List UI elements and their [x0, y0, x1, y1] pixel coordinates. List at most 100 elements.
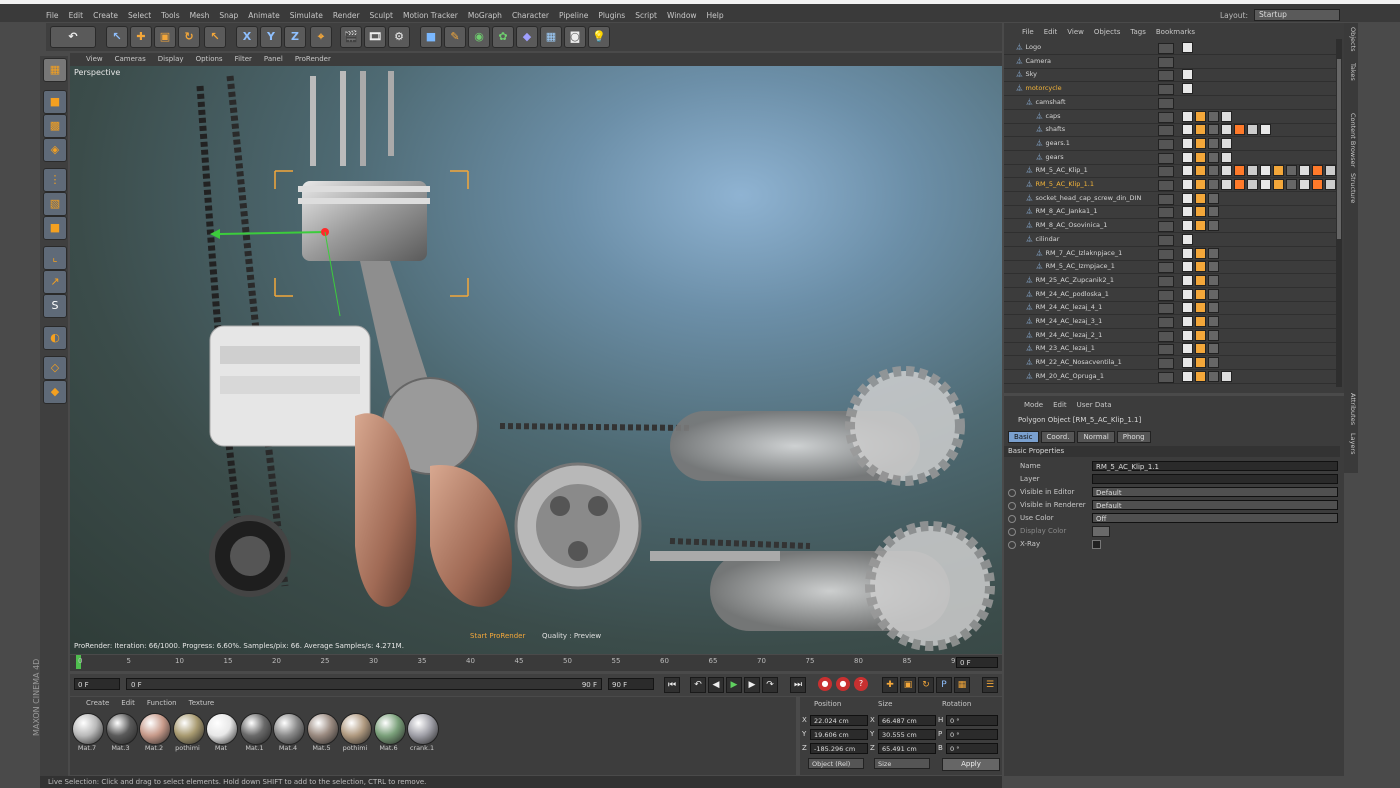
visibility-flags[interactable]: [1158, 317, 1174, 328]
menu-pipeline[interactable]: Pipeline: [559, 11, 588, 20]
tag-icon[interactable]: [1195, 110, 1206, 122]
rotation-b-field[interactable]: 0 °: [946, 743, 998, 754]
tag-icon[interactable]: [1208, 179, 1219, 190]
tag-icon[interactable]: [1208, 247, 1219, 259]
material-swatch[interactable]: [340, 713, 372, 745]
visibility-flags[interactable]: [1158, 275, 1174, 287]
object-row[interactable]: ⏅ RM_24_AC_lezaj_4_1: [1004, 301, 1336, 315]
tag-icon[interactable]: [1182, 261, 1193, 273]
tag-icon[interactable]: [1312, 179, 1323, 190]
object-row[interactable]: ⏅ shafts: [1004, 123, 1336, 137]
field-use-color[interactable]: Off: [1092, 513, 1338, 523]
subdivision-icon[interactable]: ◉: [468, 26, 490, 48]
tag-icon[interactable]: [1182, 288, 1193, 300]
tag-icon[interactable]: [1273, 179, 1284, 190]
material-menu-create[interactable]: Create: [86, 699, 109, 707]
visibility-flags[interactable]: [1158, 166, 1174, 178]
tag-icon[interactable]: [1247, 124, 1258, 136]
texture-mode-icon[interactable]: ▩: [43, 114, 67, 138]
material-swatch[interactable]: [273, 713, 305, 745]
object-row[interactable]: ⏅ motorcycle: [1004, 82, 1336, 96]
axis-mode-icon[interactable]: ⌞: [43, 246, 67, 270]
tag-icon[interactable]: [1182, 192, 1193, 204]
material-swatch[interactable]: [407, 713, 439, 745]
object-row[interactable]: ⏅ RM_8_AC_Osovinica_1: [1004, 219, 1336, 233]
viewport-menu-filter[interactable]: Filter: [235, 53, 252, 66]
visibility-flags[interactable]: [1158, 97, 1174, 109]
position-x-field[interactable]: 22.024 cm: [810, 715, 868, 726]
snap-icon[interactable]: S: [43, 294, 67, 318]
tag-icon[interactable]: [1234, 165, 1245, 177]
timeline-ruler[interactable]: 051015202530354045505560657075808590 0 F: [70, 655, 1002, 671]
visibility-flags[interactable]: [1158, 344, 1174, 356]
object-row[interactable]: ⏅ Camera: [1004, 55, 1336, 68]
tag-icon[interactable]: [1195, 261, 1206, 273]
visibility-flags[interactable]: [1158, 207, 1174, 219]
timeline-menu-icon[interactable]: ☰: [982, 677, 998, 693]
workplane-icon[interactable]: ◈: [43, 138, 67, 162]
attribute-tab-normal[interactable]: Normal: [1077, 431, 1115, 443]
object-row[interactable]: ⏅ RM_24_AC_lezaj_3_1: [1004, 315, 1336, 328]
visibility-flags[interactable]: [1158, 56, 1174, 68]
menu-file[interactable]: File: [46, 11, 59, 20]
tag-icon[interactable]: [1312, 165, 1323, 177]
tag-icon[interactable]: [1182, 42, 1193, 53]
menu-render[interactable]: Render: [333, 11, 360, 20]
tag-icon[interactable]: [1182, 165, 1193, 177]
menu-script[interactable]: Script: [635, 11, 657, 20]
tag-icon[interactable]: [1195, 206, 1206, 218]
tag-icon[interactable]: [1195, 151, 1206, 163]
object-menu-bookmarks[interactable]: Bookmarks: [1156, 25, 1195, 39]
viewport-menu-display[interactable]: Display: [158, 53, 184, 66]
next-frame-icon[interactable]: ▶: [744, 677, 760, 693]
object-menu-view[interactable]: View: [1067, 25, 1084, 39]
goto-start-icon[interactable]: ⏮: [664, 677, 680, 693]
layout-dropdown[interactable]: Startup: [1254, 9, 1340, 21]
tag-icon[interactable]: [1208, 110, 1219, 122]
object-row[interactable]: ⏅ RM_8_AC_Janka1_1: [1004, 205, 1336, 219]
object-row[interactable]: ⏅ RM_23_AC_lezaj_1: [1004, 342, 1336, 356]
menu-plugins[interactable]: Plugins: [598, 11, 625, 20]
object-row[interactable]: ⏅ gears.1: [1004, 137, 1336, 150]
object-menu-tags[interactable]: Tags: [1130, 25, 1146, 39]
size-x-field[interactable]: 66.487 cm: [878, 715, 936, 726]
menu-character[interactable]: Character: [512, 11, 549, 20]
menu-snap[interactable]: Snap: [219, 11, 238, 20]
object-row[interactable]: ⏅ Sky: [1004, 68, 1336, 82]
tag-icon[interactable]: [1299, 179, 1310, 190]
sculpt-icon[interactable]: ◆: [43, 380, 67, 404]
menu-sculpt[interactable]: Sculpt: [370, 11, 393, 20]
attribute-menu-user-data[interactable]: User Data: [1077, 398, 1112, 412]
field-animation-dot[interactable]: [1008, 489, 1016, 497]
tag-icon[interactable]: [1182, 179, 1193, 190]
material-swatch[interactable]: [206, 713, 238, 745]
position-y-field[interactable]: 19.606 cm: [810, 729, 868, 740]
tag-icon[interactable]: [1195, 274, 1206, 286]
material-swatch[interactable]: [373, 713, 406, 745]
tag-icon[interactable]: [1208, 206, 1219, 218]
next-key-icon[interactable]: ↷: [762, 677, 778, 693]
visibility-flags[interactable]: [1158, 138, 1174, 150]
visibility-flags[interactable]: [1158, 289, 1174, 301]
tag-icon[interactable]: [1182, 343, 1193, 355]
tag-icon[interactable]: [1234, 124, 1245, 136]
visibility-flags[interactable]: [1158, 111, 1174, 123]
menu-simulate[interactable]: Simulate: [290, 11, 323, 20]
menu-mograph[interactable]: MoGraph: [468, 11, 502, 20]
coordinate-system-icon[interactable]: ⌖: [310, 26, 332, 48]
display-color-swatch[interactable]: [1092, 526, 1110, 537]
previous-key-icon[interactable]: ↶: [690, 677, 706, 693]
side-tab-objects[interactable]: Objects: [1345, 27, 1357, 52]
deformer-icon[interactable]: ◆: [516, 26, 538, 48]
tag-icon[interactable]: [1221, 110, 1232, 122]
tag-icon[interactable]: [1195, 124, 1206, 136]
previous-frame-icon[interactable]: ◀: [708, 677, 724, 693]
material-swatch[interactable]: [72, 713, 104, 745]
field-animation-dot[interactable]: [1008, 541, 1016, 549]
object-row[interactable]: ⏅ RM_20_AC_Opruga_1: [1004, 370, 1336, 383]
tag-icon[interactable]: [1182, 274, 1193, 286]
side-tab-layers[interactable]: Layers: [1345, 433, 1357, 455]
tag-icon[interactable]: [1195, 192, 1206, 204]
tag-icon[interactable]: [1182, 151, 1193, 163]
scale-icon[interactable]: ▣: [154, 26, 176, 48]
